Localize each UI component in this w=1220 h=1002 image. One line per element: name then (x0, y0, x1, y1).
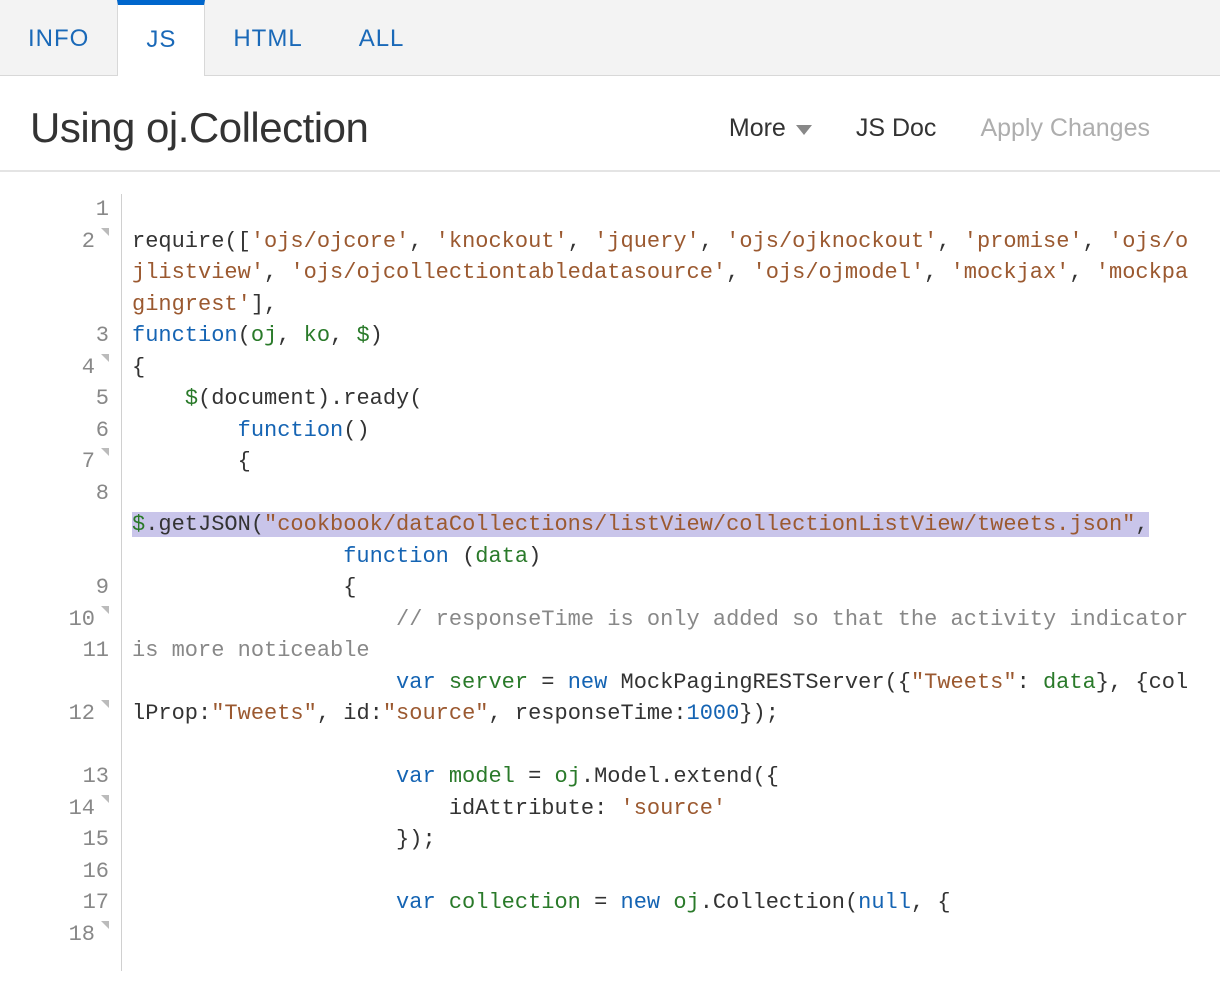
code-line (132, 856, 1190, 888)
line-number: 1 (30, 194, 109, 226)
line-gutter: 123456789101112131415161718 (30, 194, 122, 971)
tabs-bar: INFO JS HTML ALL (0, 0, 1220, 76)
line-number: 15 (30, 824, 109, 856)
line-number: 7 (30, 446, 109, 478)
line-number: 13 (30, 761, 109, 793)
fold-icon[interactable] (101, 795, 109, 803)
line-number: 18 (30, 919, 109, 951)
code-line: function (data) (132, 541, 1190, 573)
tab-html[interactable]: HTML (205, 0, 330, 75)
fold-icon[interactable] (101, 228, 109, 236)
code-line: { (132, 572, 1190, 604)
line-number: 6 (30, 415, 109, 447)
code-line: { (132, 352, 1190, 384)
fold-icon[interactable] (101, 448, 109, 456)
code-line: require(['ojs/ojcore', 'knockout', 'jque… (132, 226, 1190, 321)
code-editor[interactable]: 123456789101112131415161718 require(['oj… (30, 194, 1190, 971)
line-number: 8 (30, 478, 109, 573)
code-line: idAttribute: 'source' (132, 793, 1190, 825)
fold-icon[interactable] (101, 921, 109, 929)
code-line: var model = oj.Model.extend({ (132, 761, 1190, 793)
code-line: $(document).ready( (132, 383, 1190, 415)
page-title: Using oj.Collection (30, 104, 368, 152)
apply-changes-button[interactable]: Apply Changes (980, 114, 1150, 143)
code-line: var collection = new oj.Collection(null,… (132, 887, 1190, 919)
line-number: 3 (30, 320, 109, 352)
line-number: 4 (30, 352, 109, 384)
code-line: var server = new MockPagingRESTServer({"… (132, 667, 1190, 730)
header-actions: More JS Doc Apply Changes (729, 114, 1190, 143)
tab-info[interactable]: INFO (0, 0, 117, 75)
more-dropdown[interactable]: More (729, 114, 812, 143)
code-line (132, 730, 1190, 762)
jsdoc-link[interactable]: JS Doc (856, 114, 937, 143)
code-line: }); (132, 824, 1190, 856)
chevron-down-icon (796, 125, 812, 135)
code-line: $.getJSON("cookbook/dataCollections/list… (132, 478, 1190, 541)
code-line (132, 194, 1190, 226)
line-number: 14 (30, 793, 109, 825)
line-number: 9 (30, 572, 109, 604)
line-number: 12 (30, 698, 109, 761)
tab-js[interactable]: JS (117, 0, 205, 76)
code-line: // responseTime is only added so that th… (132, 604, 1190, 667)
fold-icon[interactable] (101, 606, 109, 614)
code-area[interactable]: require(['ojs/ojcore', 'knockout', 'jque… (122, 194, 1190, 971)
code-line: { (132, 446, 1190, 478)
line-number: 2 (30, 226, 109, 321)
fold-icon[interactable] (101, 354, 109, 362)
tab-all[interactable]: ALL (331, 0, 433, 75)
code-line: function(oj, ko, $) (132, 320, 1190, 352)
line-number: 10 (30, 604, 109, 636)
code-line: function() (132, 415, 1190, 447)
line-number: 16 (30, 856, 109, 888)
header-row: Using oj.Collection More JS Doc Apply Ch… (0, 76, 1220, 172)
line-number: 5 (30, 383, 109, 415)
more-label: More (729, 114, 786, 143)
fold-icon[interactable] (101, 700, 109, 708)
line-number: 11 (30, 635, 109, 698)
line-number: 17 (30, 887, 109, 919)
